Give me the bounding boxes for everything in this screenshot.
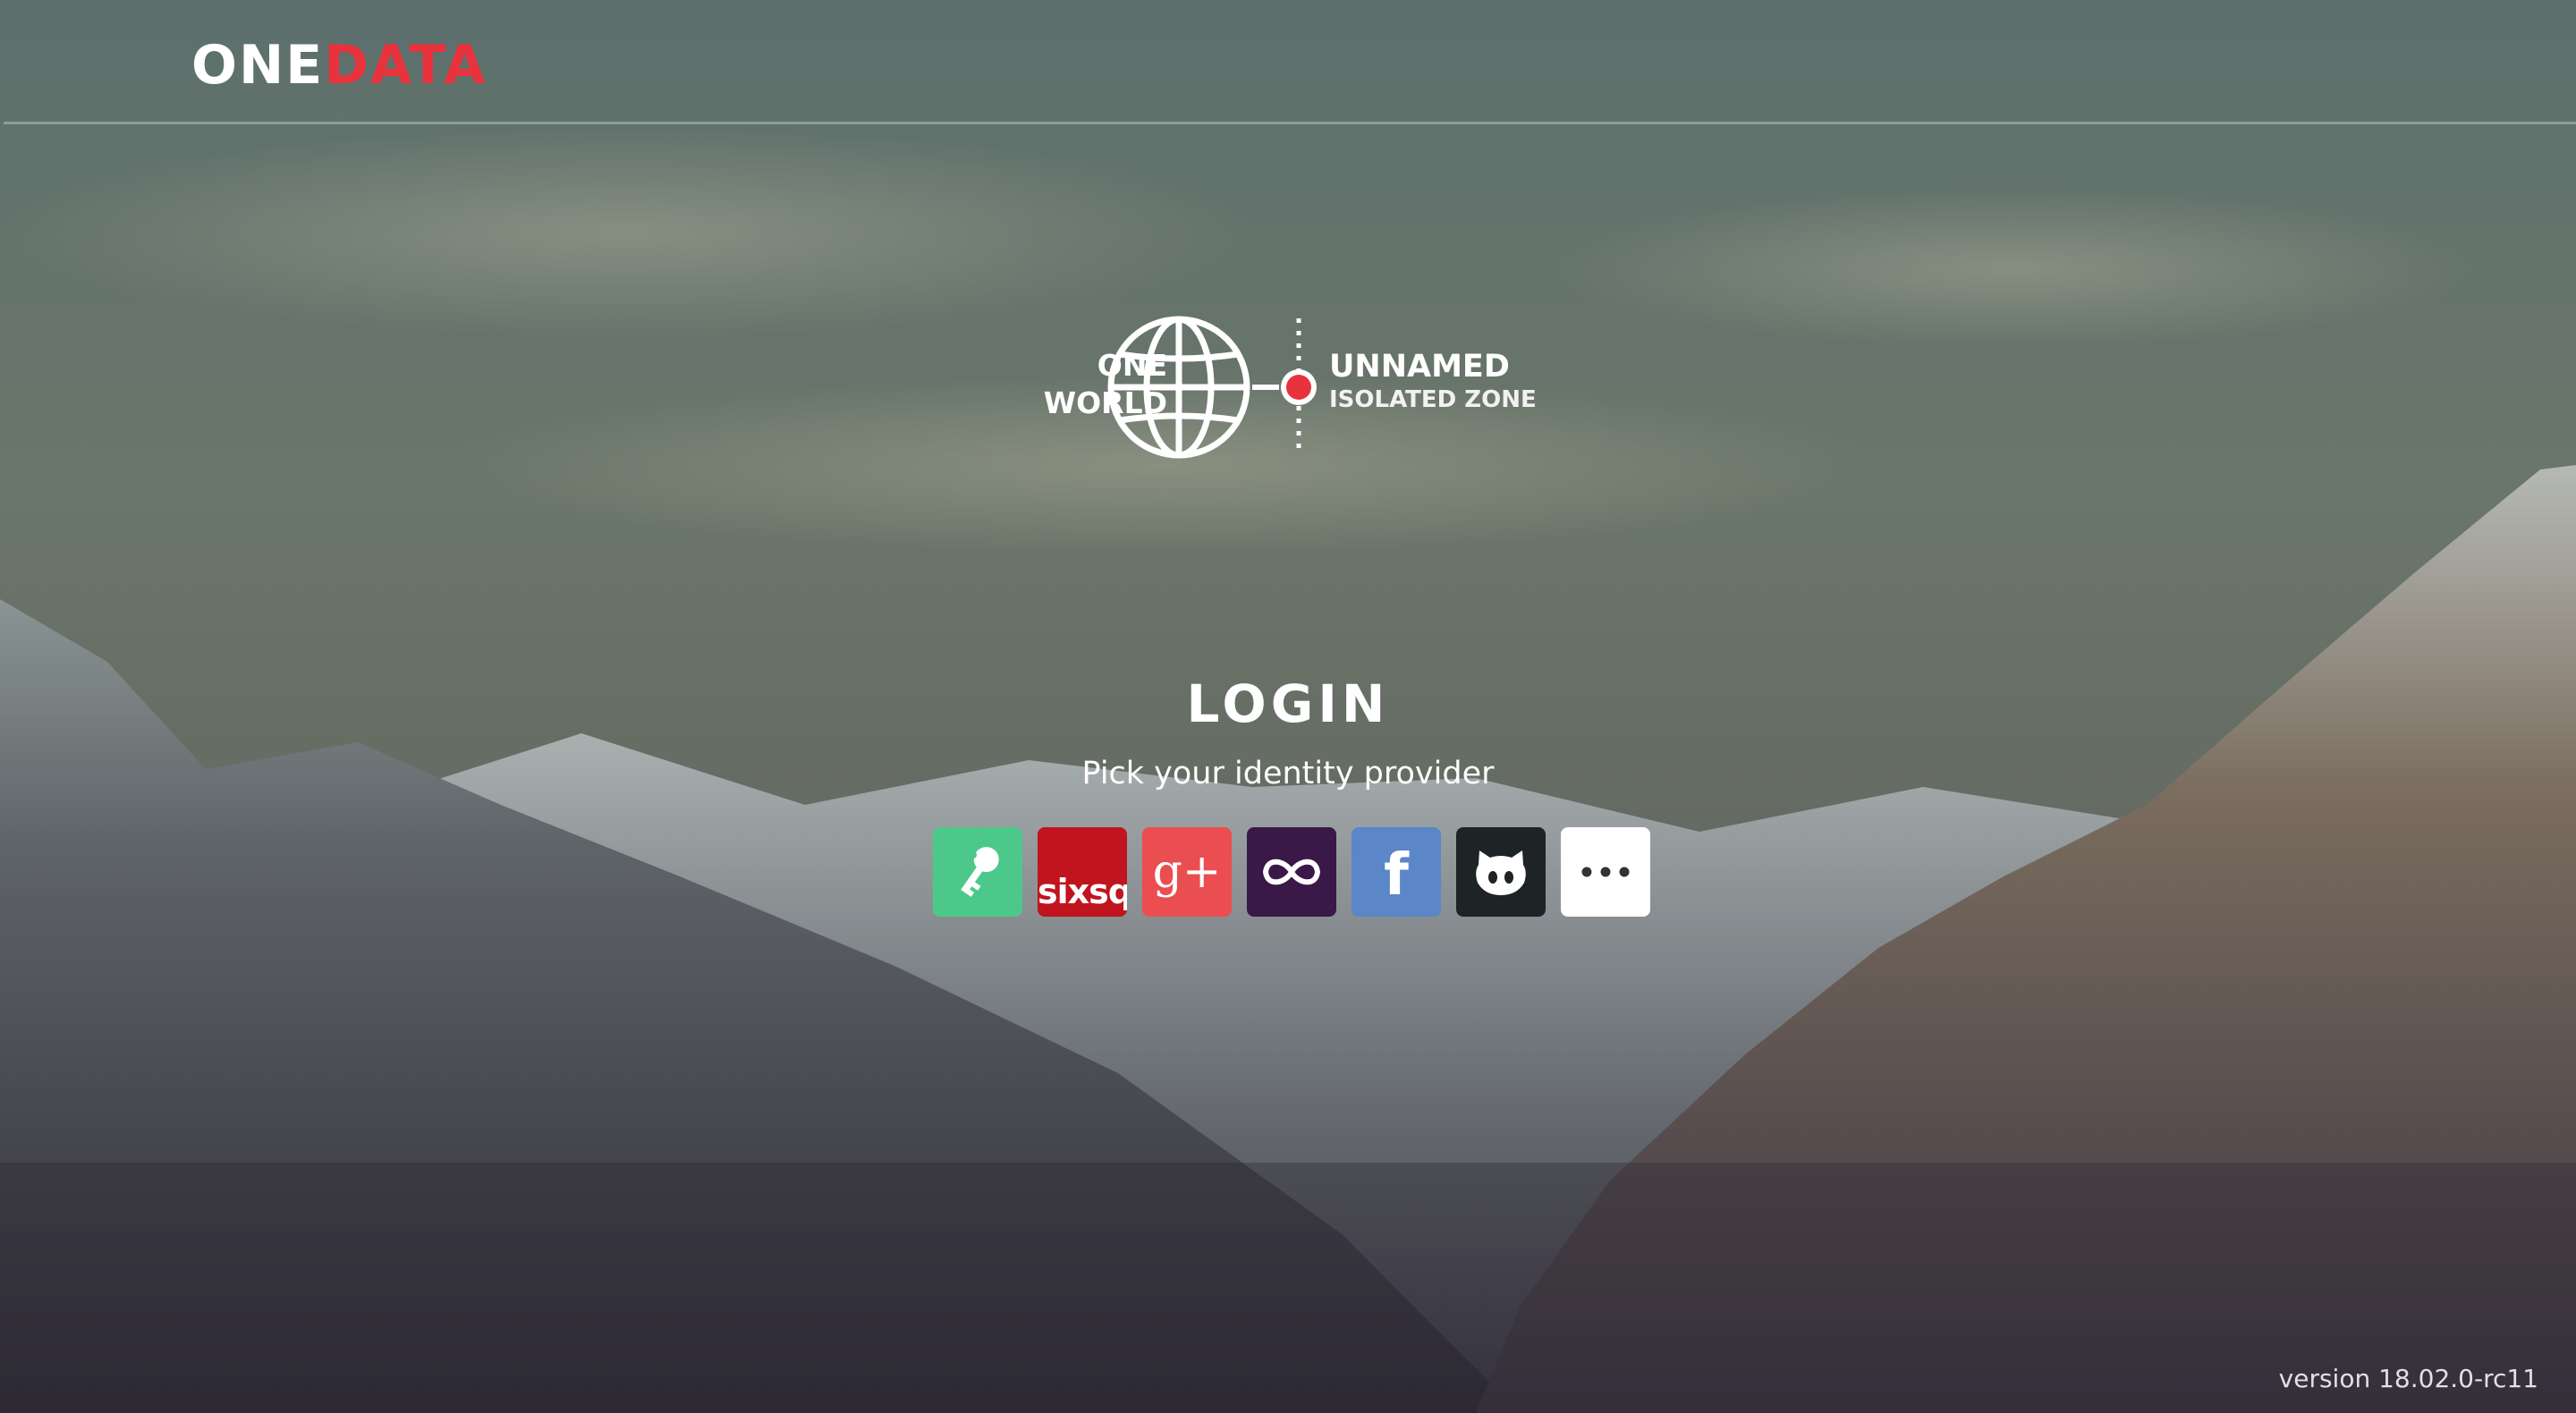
top-bar: ONE DATA: [0, 0, 2576, 124]
zone-name: UNNAMED: [1329, 349, 1510, 385]
logo-text-data: DATA: [324, 34, 487, 97]
zone-subtitle: ISOLATED ZONE: [1329, 386, 1537, 413]
idp-google-button[interactable]: g+: [1142, 827, 1232, 917]
github-octocat-icon: [1476, 850, 1526, 895]
egi-infinity-icon: [1262, 859, 1321, 885]
login-title: LOGIN: [1186, 673, 1390, 734]
idp-sixsq-button[interactable]: sixsq.: [1038, 827, 1127, 917]
zone-marker-icon: [1252, 318, 1317, 456]
idp-facebook-button[interactable]: f: [1352, 827, 1441, 917]
facebook-icon: f: [1384, 842, 1409, 909]
login-subtitle: Pick your identity provider: [1081, 756, 1495, 791]
key-icon: [961, 847, 999, 897]
idp-egi-button[interactable]: [1247, 827, 1336, 917]
idp-more-button[interactable]: [1561, 827, 1650, 917]
google-plus-icon: g+: [1152, 845, 1222, 899]
logo-text-one: ONE: [191, 34, 325, 97]
zone-emblem: ONE WORLD UNNAMED ISOLATED ZONE: [975, 311, 1537, 463]
idp-github-button[interactable]: [1456, 827, 1546, 917]
onedata-logo[interactable]: ONE DATA: [191, 34, 487, 97]
more-dots-icon: [1581, 867, 1630, 877]
idp-basic-auth-button[interactable]: [933, 827, 1022, 917]
version-label: version 18.02.0-rc11: [2278, 1364, 2538, 1393]
identity-provider-list: sixsq. g+ f: [933, 827, 1650, 917]
header-divider: [4, 122, 2576, 124]
sixsq-logo: sixsq.: [1038, 872, 1127, 911]
globe-icon: [1107, 316, 1250, 459]
